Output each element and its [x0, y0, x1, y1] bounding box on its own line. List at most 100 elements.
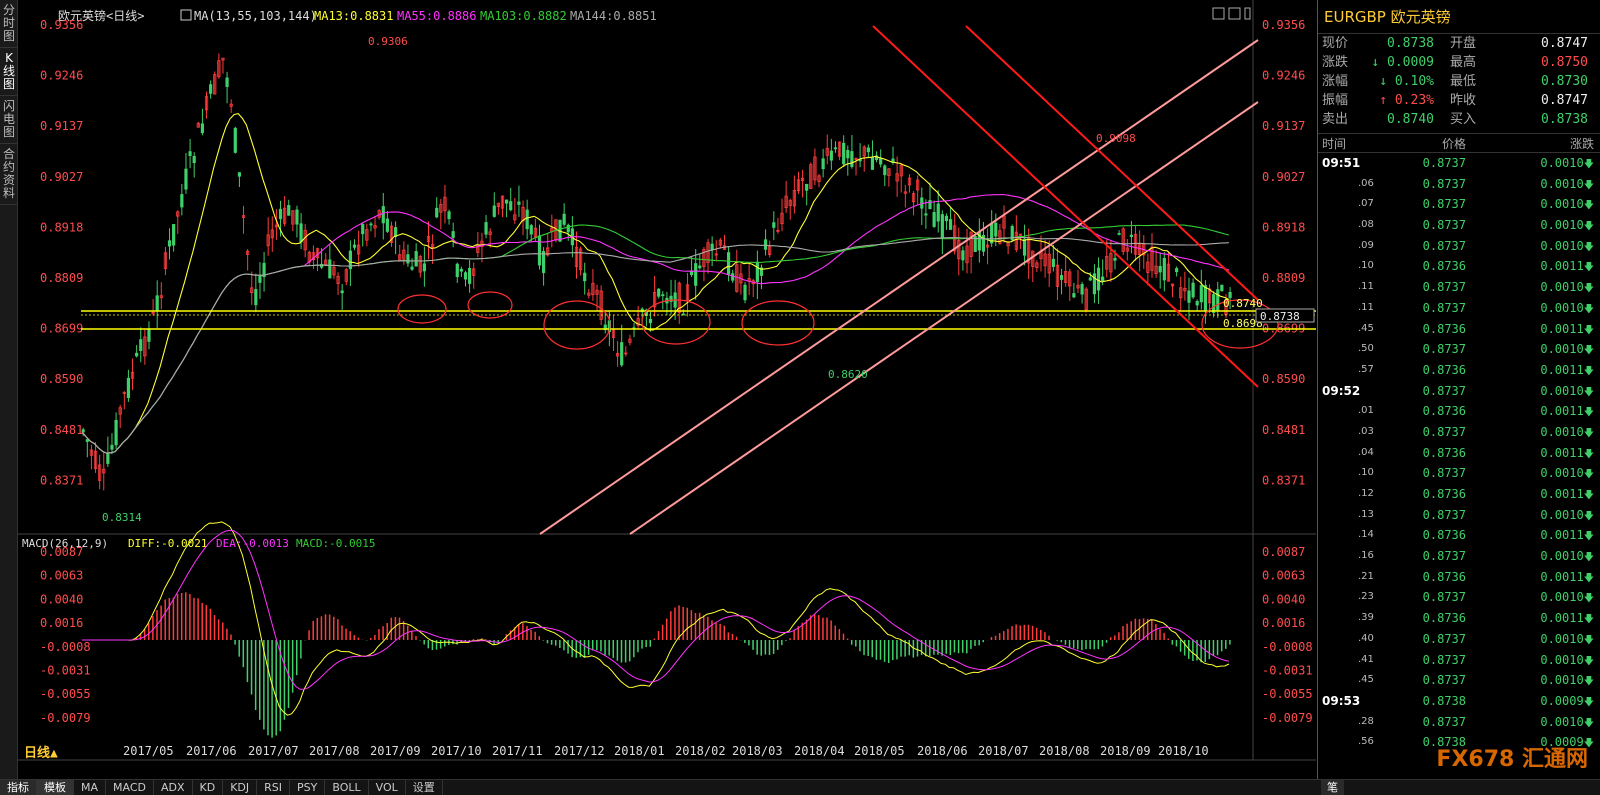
candle-body	[1175, 268, 1179, 273]
tab-timeshare[interactable]: 分时图	[0, 0, 18, 48]
watermark-logo: FX678 汇通网	[1436, 747, 1588, 772]
candle-body	[1195, 301, 1199, 306]
tab-rsi[interactable]: RSI	[257, 780, 291, 795]
candle-body	[562, 213, 566, 225]
arrow-down-icon: 🡇	[1583, 696, 1594, 708]
tick-list[interactable]: 09:51 0.8737 0.0010🡇 .06 0.8737 0.0010🡇 .07 0.8…	[1318, 153, 1600, 753]
date-label: 2018/09	[1100, 744, 1151, 758]
price-tick-right: 0.9246	[1262, 69, 1305, 83]
tick-price: 0.8737	[1422, 549, 1466, 564]
ma-legend: MA(13,55,103,144)	[194, 9, 317, 23]
macd-tick-left: 0.0063	[40, 569, 83, 583]
date-label: 2017/08	[309, 744, 360, 758]
candle-body	[1072, 293, 1076, 298]
tick-change: 0.0010	[1540, 342, 1584, 357]
candle-body	[525, 209, 529, 230]
tick-price: 0.8737	[1422, 176, 1466, 191]
tab-kline[interactable]: K线图	[0, 48, 18, 96]
tab-templates[interactable]: 模板	[37, 780, 74, 795]
tab-flash[interactable]: 闪电图	[0, 96, 18, 144]
tab-vol[interactable]: VOL	[369, 780, 406, 795]
date-label: 2017/05	[123, 744, 174, 758]
tick-price: 0.8736	[1422, 321, 1466, 336]
arrow-down-icon: 🡇	[1583, 676, 1594, 688]
tick-time: .11	[1358, 281, 1374, 293]
candle-body	[743, 284, 747, 301]
tick-price: 0.8737	[1422, 197, 1466, 212]
tab-kd[interactable]: KD	[193, 780, 224, 795]
date-label: 2017/10	[431, 744, 482, 758]
quote-value: 0.8730	[1541, 74, 1588, 89]
candle-body	[1117, 233, 1121, 235]
arrow-down-icon: 🡇	[1583, 159, 1594, 170]
candle-body	[932, 212, 936, 227]
arrow-down-icon: 🡇	[1583, 365, 1594, 377]
tick-change: 0.0010	[1540, 424, 1584, 439]
tick-row: .04 0.8736 0.0011🡇	[1318, 443, 1600, 464]
price-tick-left: 0.8371	[40, 473, 83, 487]
tick-change: 0.0010	[1540, 197, 1584, 212]
candle-body	[726, 252, 731, 275]
candle-body	[233, 127, 237, 153]
candle-body	[1158, 266, 1162, 273]
arrow-down-icon: 🡇	[1583, 717, 1594, 729]
candle-body	[172, 224, 176, 246]
candle-body	[1212, 294, 1216, 313]
price-tick-right: 0.9137	[1262, 119, 1305, 133]
macd-tick-right: 0.0040	[1262, 592, 1305, 606]
tick-price: 0.8737	[1422, 342, 1466, 357]
tab-kdj[interactable]: KDJ	[223, 780, 258, 795]
tick-time: .09	[1358, 239, 1374, 251]
tab-settings[interactable]: 设置	[406, 780, 443, 795]
tick-row: .11 0.8737 0.0010🡇	[1318, 298, 1600, 319]
quote-value: 0.8738	[1387, 36, 1434, 51]
date-label: 2018/05	[854, 744, 905, 758]
tick-row: .13 0.8737 0.0010🡇	[1318, 505, 1600, 526]
candle-body	[455, 263, 459, 278]
tick-change: 0.0011	[1540, 445, 1584, 460]
candle-body	[879, 158, 883, 165]
price-tick-left: 0.9137	[40, 119, 83, 133]
tab-indicators[interactable]: 指标	[0, 780, 37, 795]
tick-price: 0.8737	[1422, 652, 1466, 667]
period-selector[interactable]: 日线▲	[24, 745, 58, 761]
candle-body	[994, 222, 998, 237]
pen-button[interactable]: 笔	[1321, 780, 1344, 795]
date-label: 2018/10	[1158, 744, 1209, 758]
tick-row: .39 0.8736 0.0011🡇	[1318, 608, 1600, 629]
tab-contract-info[interactable]: 合约资料	[0, 144, 18, 205]
kline-chart-area[interactable]: 欧元英镑<日线> MA(13,55,103,144) MA13:0.8831 M…	[18, 0, 1316, 779]
tick-time: .45	[1358, 674, 1374, 686]
candle-body	[340, 290, 344, 294]
ma55-legend: MA55:0.8886	[397, 9, 476, 23]
quote-value: 0.8738	[1541, 112, 1588, 127]
kline-chart[interactable]: 欧元英镑<日线> MA(13,55,103,144) MA13:0.8831 M…	[18, 0, 1316, 779]
tick-time: .12	[1358, 488, 1374, 499]
tick-row: .41 0.8737 0.0010🡇	[1318, 650, 1600, 671]
candle-body	[110, 444, 114, 450]
arrow-down-icon: 🡇	[1583, 655, 1594, 667]
tick-change: 0.0010	[1540, 673, 1584, 688]
tab-psy[interactable]: PSY	[290, 780, 326, 795]
candle-body	[698, 265, 702, 269]
macd-tick-right: -0.0008	[1262, 640, 1313, 654]
tick-time: 09:52	[1322, 383, 1361, 398]
tick-row: .10 0.8737 0.0010🡇	[1318, 463, 1600, 484]
tick-price: 0.8737	[1422, 218, 1466, 233]
quote-row: 涨跌 ↓ 0.0009 最高 0.8750	[1318, 53, 1600, 72]
tab-adx[interactable]: ADX	[154, 780, 193, 795]
candle-body	[352, 244, 357, 248]
candle-body	[435, 207, 439, 218]
candle-body	[542, 251, 546, 274]
ma144-legend: MA144:0.8851	[570, 9, 657, 23]
tab-boll[interactable]: BOLL	[325, 780, 369, 795]
macd-tick-left: 0.0016	[40, 616, 83, 630]
tab-ma[interactable]: MA	[74, 780, 107, 795]
tick-row: .40 0.8737 0.0010🡇	[1318, 629, 1600, 650]
candle-body	[459, 268, 463, 272]
arrow-down-icon: 🡇	[1583, 303, 1594, 315]
tick-price: 0.8737	[1422, 590, 1466, 605]
tab-macd[interactable]: MACD	[106, 780, 154, 795]
quote-panel: EURGBP 欧元英镑 现价 0.8738 开盘 0.8747 涨跌 ↓ 0.0009 最高…	[1317, 0, 1600, 779]
price-tick-left: 0.8590	[40, 372, 83, 386]
